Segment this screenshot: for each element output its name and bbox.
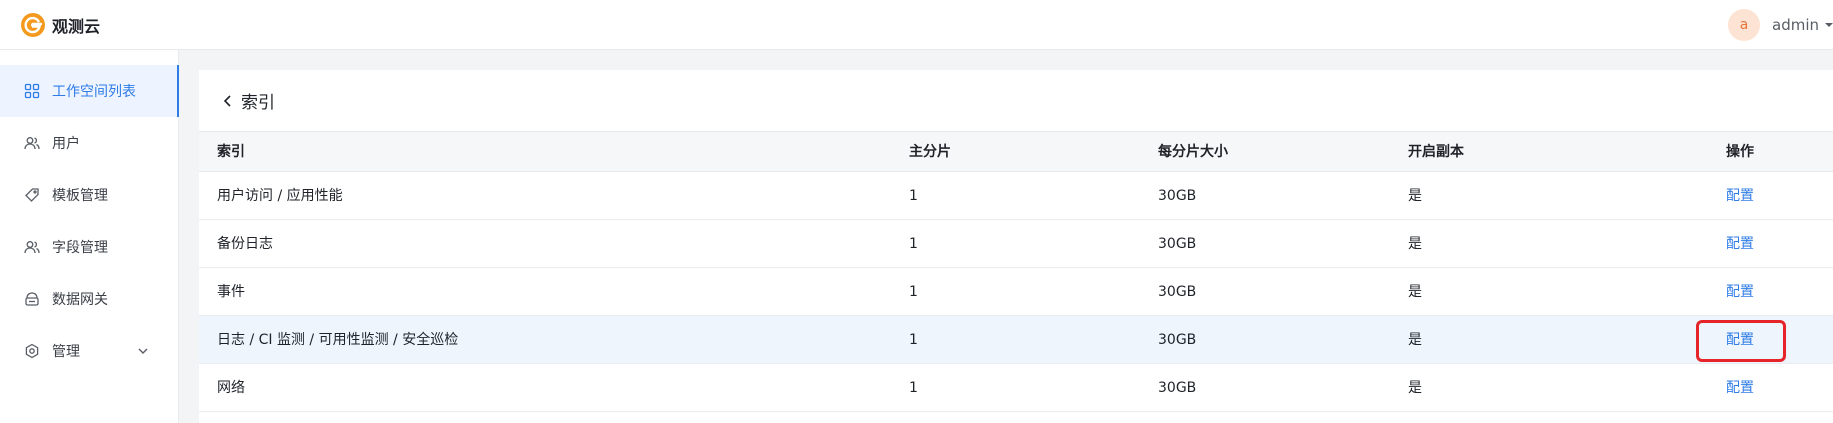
table-row: 网络 1 30GB 是 配置 [199,364,1833,412]
sidebar-item-label: 用户 [52,136,80,152]
cell-index-name: 日志 / CI 监测 / 可用性监测 / 安全巡检 [217,332,459,348]
sidebar-item-users[interactable]: 用户 [0,117,179,169]
cell-index-name: 用户访问 / 应用性能 [217,188,343,204]
main-panel: 索引 索引 主分片 每分片大小 开启副本 操作 用户访问 / 应用性能 1 30… [199,70,1833,423]
user-menu[interactable]: a admin [1728,0,1833,50]
column-header-replica: 开启副本 [1408,144,1464,160]
cell-replica: 是 [1408,332,1422,348]
gateway-icon [25,292,39,306]
column-header-shard-size: 每分片大小 [1158,144,1228,160]
sidebar-item-label: 字段管理 [52,240,108,256]
cell-primary-shards: 1 [909,332,918,348]
username: admin [1772,16,1819,34]
cell-shard-size: 30GB [1158,236,1197,252]
tag-icon [25,188,39,202]
cell-index-name: 事件 [217,284,245,300]
users-icon [24,241,40,254]
top-bar: 观测云 a admin [0,0,1833,50]
table-header: 索引 主分片 每分片大小 开启副本 操作 [199,132,1833,172]
sidebar-item-manage[interactable]: 管理 [0,325,179,377]
cell-shard-size: 30GB [1158,188,1197,204]
brand-logo[interactable]: 观测云 [20,12,100,38]
table-row: 备份日志 1 30GB 是 配置 [199,220,1833,268]
sidebar-item-label: 工作空间列表 [52,84,136,100]
table-row: 日志 / CI 监测 / 可用性监测 / 安全巡检 1 30GB 是 配置 [199,316,1833,364]
avatar: a [1728,9,1760,41]
cell-replica: 是 [1408,380,1422,396]
sidebar: 工作空间列表 用户 模板管理 字段管理 数据网关 管理 [0,50,179,423]
column-header-index: 索引 [217,144,245,160]
configure-link[interactable]: 配置 [1726,364,1754,412]
sidebar-item-gateway[interactable]: 数据网关 [0,273,179,325]
sidebar-item-label: 模板管理 [52,188,108,204]
cell-shard-size: 30GB [1158,380,1197,396]
back-arrow-icon[interactable] [221,94,235,108]
configure-link[interactable]: 配置 [1726,316,1754,364]
configure-link[interactable]: 配置 [1726,220,1754,268]
sidebar-item-label: 管理 [52,344,80,360]
settings-icon [25,343,39,359]
cell-shard-size: 30GB [1158,284,1197,300]
table-row: 用户访问 / 应用性能 1 30GB 是 配置 [199,172,1833,220]
configure-link[interactable]: 配置 [1726,172,1754,220]
sidebar-item-fields[interactable]: 字段管理 [0,221,179,273]
table-row: 事件 1 30GB 是 配置 [199,268,1833,316]
brand-name: 观测云 [52,16,101,36]
sidebar-item-label: 数据网关 [52,292,108,308]
cell-index-name: 网络 [217,380,245,396]
configure-link[interactable]: 配置 [1726,268,1754,316]
sidebar-item-templates[interactable]: 模板管理 [0,169,179,221]
page-header: 索引 [199,70,1833,132]
column-header-primary-shards: 主分片 [909,144,951,160]
cell-primary-shards: 1 [909,284,918,300]
page-title: 索引 [241,93,275,113]
cell-index-name: 备份日志 [217,236,273,252]
brand-logo-icon [21,12,45,37]
cell-replica: 是 [1408,236,1422,252]
column-header-actions: 操作 [1726,144,1754,160]
grid-icon [24,83,40,99]
cell-shard-size: 30GB [1158,332,1197,348]
cell-primary-shards: 1 [909,188,918,204]
caret-down-icon [1825,23,1833,27]
cell-replica: 是 [1408,188,1422,204]
cell-primary-shards: 1 [909,236,918,252]
cell-primary-shards: 1 [909,380,918,396]
chevron-down-icon [138,348,148,354]
cell-replica: 是 [1408,284,1422,300]
users-icon [24,137,40,150]
sidebar-item-workspaces[interactable]: 工作空间列表 [0,65,179,117]
